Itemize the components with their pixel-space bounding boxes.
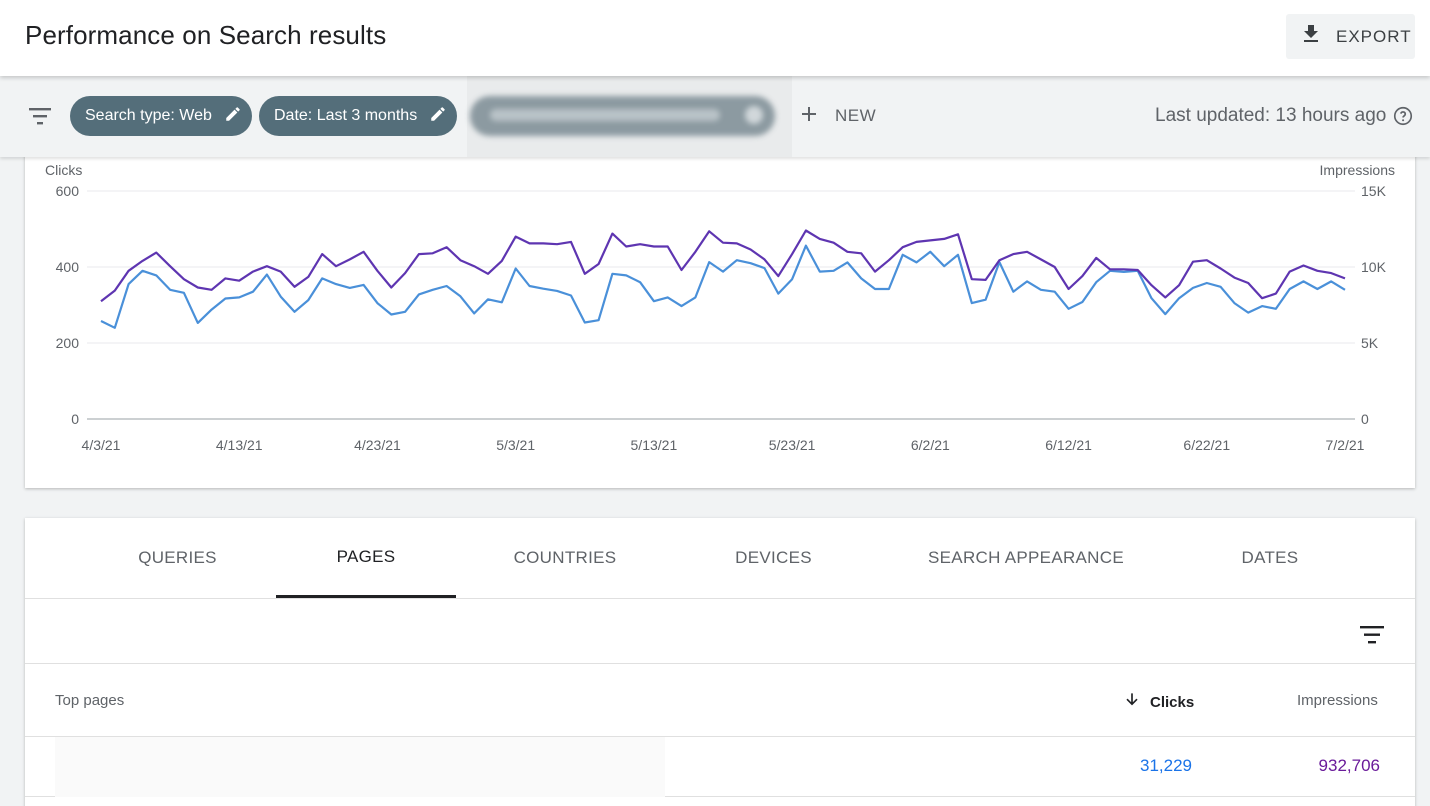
clicks-header-label: Clicks — [1150, 693, 1195, 711]
x-tick-label: 4/13/21 — [216, 437, 263, 453]
chip-date[interactable]: Date: Last 3 months — [259, 96, 458, 136]
table-toolbar — [25, 599, 1415, 664]
x-tick-label: 4/23/21 — [354, 437, 401, 453]
x-tick-label: 5/3/21 — [496, 437, 535, 453]
filter-icon[interactable] — [27, 104, 53, 128]
page-header: Performance on Search results EXPORT — [0, 0, 1430, 76]
column-header-clicks[interactable]: Clicks — [1122, 690, 1194, 714]
left-tick-label: 600 — [56, 183, 80, 199]
chip-label: Date: Last 3 months — [274, 107, 418, 124]
page-title: Performance on Search results — [25, 20, 387, 50]
redacted-url — [55, 737, 665, 797]
column-header-pages: Top pages — [55, 692, 125, 709]
help-icon[interactable] — [1392, 105, 1414, 127]
right-axis-label: Impressions — [1320, 162, 1395, 178]
redacted-chip — [470, 96, 775, 136]
new-filter-button[interactable]: NEW — [797, 102, 876, 130]
table-row[interactable]: 31,229 932,706 — [25, 737, 1415, 797]
left-tick-label: 400 — [56, 259, 80, 275]
chip-search-type[interactable]: Search type: Web — [70, 96, 252, 136]
filter-icon[interactable] — [1359, 625, 1385, 645]
last-updated-text: Last updated: 13 hours ago — [1155, 105, 1387, 126]
right-tick-label: 15K — [1361, 183, 1387, 199]
x-tick-label: 5/23/21 — [769, 437, 816, 453]
x-tick-label: 6/22/21 — [1183, 437, 1230, 453]
table-header: Top pages Clicks Impressions — [25, 664, 1415, 737]
x-tick-label: 7/2/21 — [1326, 437, 1365, 453]
tab-countries[interactable]: COUNTRIES — [490, 518, 640, 598]
x-tick-label: 6/12/21 — [1045, 437, 1092, 453]
tab-pages[interactable]: PAGES — [276, 518, 456, 598]
clicks-line — [100, 244, 1346, 329]
left-axis-label: Clicks — [45, 162, 82, 178]
tab-search-appearance[interactable]: SEARCH APPEARANCE — [915, 518, 1137, 598]
right-tick-label: 0 — [1361, 411, 1369, 427]
download-icon — [1299, 22, 1323, 51]
report-table-card: QUERIES PAGES COUNTRIES DEVICES SEARCH A… — [25, 518, 1415, 806]
performance-chart-card: Clicks Impressions 600 15K 400 10K 200 5K 0 0 4/3/… — [25, 140, 1415, 488]
plus-icon — [797, 102, 821, 131]
arrow-down-icon — [1122, 690, 1150, 714]
chip-page-redacted[interactable] — [467, 76, 792, 157]
pencil-icon — [417, 105, 447, 128]
row-impressions: 932,706 — [1318, 756, 1380, 775]
x-tick-label: 6/2/21 — [911, 437, 950, 453]
close-icon — [745, 106, 763, 124]
right-tick-label: 10K — [1361, 259, 1387, 275]
tab-dates[interactable]: DATES — [1220, 518, 1320, 598]
last-updated: Last updated: 13 hours ago — [1155, 105, 1414, 127]
chip-label: Search type: Web — [85, 107, 212, 124]
tab-queries[interactable]: QUERIES — [115, 518, 240, 598]
export-button[interactable]: EXPORT — [1286, 14, 1415, 59]
x-tick-label: 4/3/21 — [82, 437, 121, 453]
new-label: NEW — [835, 106, 877, 125]
right-tick-label: 5K — [1361, 335, 1379, 351]
column-header-impressions[interactable]: Impressions — [1297, 692, 1378, 709]
performance-chart: Clicks Impressions600 15K400 10K200 5K0 04/3/… — [45, 162, 1395, 453]
pencil-icon — [212, 105, 242, 128]
tab-devices[interactable]: DEVICES — [705, 518, 842, 598]
export-label: EXPORT — [1336, 26, 1412, 46]
left-tick-label: 0 — [71, 411, 79, 427]
filter-bar: Search type: Web Date: Last 3 months NEW… — [0, 76, 1430, 157]
row-clicks: 31,229 — [1140, 756, 1192, 775]
dimension-tabs: QUERIES PAGES COUNTRIES DEVICES SEARCH A… — [25, 518, 1415, 599]
left-tick-label: 200 — [56, 335, 80, 351]
impressions-line — [100, 229, 1346, 303]
x-tick-label: 5/13/21 — [631, 437, 678, 453]
